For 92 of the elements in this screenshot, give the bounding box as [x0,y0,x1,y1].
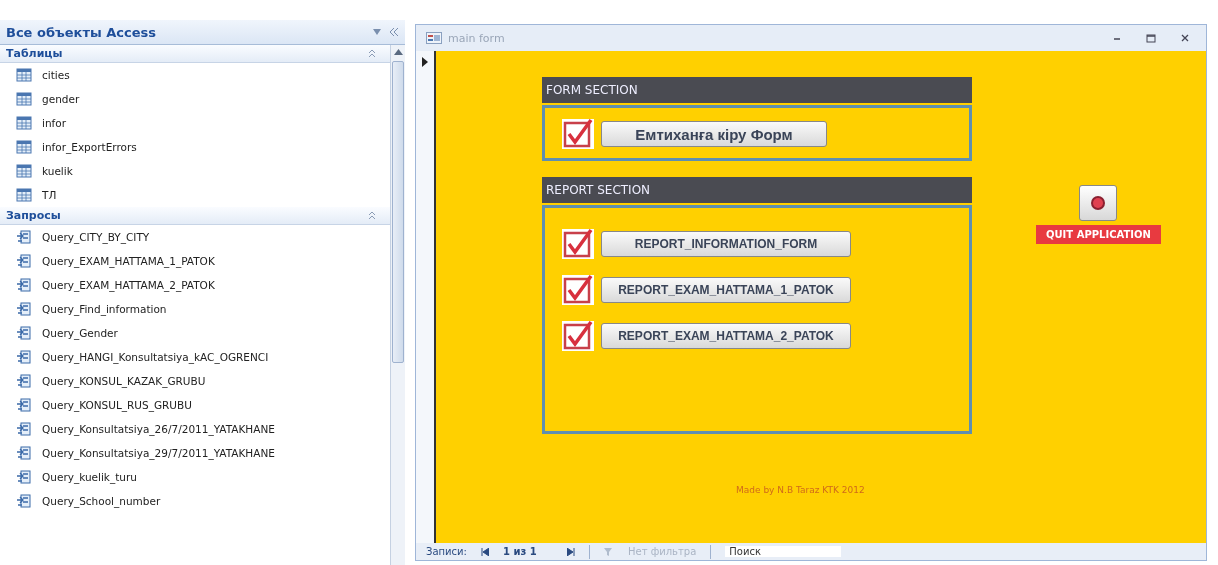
section-header: REPORT SECTION [542,177,972,203]
checkbox[interactable] [561,228,595,260]
query-icon [16,446,32,460]
item-label: Query_HANGI_Konsultatsiya_kAC_OGRENCI [42,351,269,363]
maximize-icon[interactable] [1146,33,1156,43]
checkbox[interactable] [561,274,595,306]
nav-item[interactable]: Query_kuelik_turu [0,465,390,489]
section-header: FORM SECTION [542,77,972,103]
records-label: Записи: [426,546,467,557]
group-title: Таблицы [6,47,63,60]
query-icon [16,230,32,244]
group-header[interactable]: Запросы [0,207,390,225]
query-icon [16,326,32,340]
item-label: gender [42,93,80,105]
nav-item[interactable]: cities [0,63,390,87]
nav-item[interactable]: infor_ExportErrors [0,135,390,159]
query-icon [16,350,32,364]
nav-item[interactable]: Query_KONSUL_RUS_GRUBU [0,393,390,417]
nav-pane-header[interactable]: Все объекты Access [0,20,405,45]
checkbox[interactable] [561,320,595,352]
record-icon [1090,195,1107,211]
group-header[interactable]: Таблицы [0,45,390,63]
nav-pane-title: Все объекты Access [6,24,157,40]
query-icon [16,470,32,484]
group-title: Запросы [6,209,61,222]
command-button[interactable]: REPORT_EXAM_HATTAMA_2_PATOK [601,323,851,349]
item-label: Query_Konsultatsiya_29/7/2011_YATAKHANE [42,447,275,459]
current-record-icon [422,57,428,67]
nav-item[interactable]: ТЛ [0,183,390,207]
nav-item[interactable]: Query_CITY_BY_CITY [0,225,390,249]
nav-item[interactable]: Query_HANGI_Konsultatsiya_kAC_OGRENCI [0,345,390,369]
nav-item[interactable]: Query_School_number [0,489,390,513]
item-label: Query_KONSUL_KAZAK_GRUBU [42,375,206,387]
item-label: Query_CITY_BY_CITY [42,231,150,243]
item-label: Query_Find_information [42,303,167,315]
scroll-up-icon[interactable] [393,49,403,55]
nav-item[interactable]: Query_Konsultatsiya_29/7/2011_YATAKHANE [0,441,390,465]
command-button[interactable]: Емтиханға кіру Форм [601,121,827,147]
collapse-chevrons-icon[interactable] [368,211,376,220]
query-icon [16,398,32,412]
first-record-icon[interactable] [480,547,489,556]
command-button[interactable]: REPORT_EXAM_HATTAMA_1_PATOK [601,277,851,303]
collapse-chevrons-icon[interactable] [368,49,376,58]
table-icon [16,68,32,82]
item-label: infor [42,117,66,129]
item-label: Query_KONSUL_RUS_GRUBU [42,399,192,411]
item-label: ТЛ [42,189,57,201]
nav-item[interactable]: Query_Gender [0,321,390,345]
table-icon [16,188,32,202]
nav-item[interactable]: Query_EXAM_HATTAMA_1_PATOK [0,249,390,273]
close-icon[interactable] [1180,33,1190,43]
credit-text: Made by N.B Taraz KTK 2012 [736,485,865,495]
item-label: Query_School_number [42,495,161,507]
last-record-icon[interactable] [566,547,575,556]
query-icon [16,302,32,316]
nav-item[interactable]: Query_Find_information [0,297,390,321]
item-label: Query_EXAM_HATTAMA_2_PATOK [42,279,215,291]
item-label: infor_ExportErrors [42,141,137,153]
window-title: main form [448,31,505,45]
item-label: Query_kuelik_turu [42,471,137,483]
form-icon [426,32,442,44]
query-icon [16,494,32,508]
item-label: kuelik [42,165,73,177]
query-icon [16,374,32,388]
query-icon [16,422,32,436]
collapse-icon[interactable] [389,28,399,36]
table-icon [16,164,32,178]
nav-item[interactable]: Query_Konsultatsiya_26/7/2011_YATAKHANE [0,417,390,441]
query-icon [16,254,32,268]
scrollbar[interactable] [390,45,405,565]
item-label: Query_Gender [42,327,118,339]
table-icon [16,116,32,130]
query-icon [16,278,32,292]
table-icon [16,140,32,154]
nav-item[interactable]: kuelik [0,159,390,183]
nav-item[interactable]: infor [0,111,390,135]
quit-button[interactable] [1079,185,1118,221]
item-label: Query_Konsultatsiya_26/7/2011_YATAKHANE [42,423,275,435]
search-field[interactable]: Поиск [725,546,841,557]
record-position-field[interactable]: 1 из 1 [502,546,553,557]
table-icon [16,92,32,106]
scrollbar-thumb[interactable] [392,61,404,363]
quit-label[interactable]: QUIT APPLICATION [1036,225,1161,244]
dropdown-icon[interactable] [373,29,381,35]
nav-item[interactable]: Query_KONSUL_KAZAK_GRUBU [0,369,390,393]
item-label: Query_EXAM_HATTAMA_1_PATOK [42,255,215,267]
nav-item[interactable]: gender [0,87,390,111]
item-label: cities [42,69,70,81]
filter-icon [603,546,614,557]
checkbox[interactable] [561,118,595,150]
nav-item[interactable]: Query_EXAM_HATTAMA_2_PATOK [0,273,390,297]
command-button[interactable]: REPORT_INFORMATION_FORM [601,231,851,257]
